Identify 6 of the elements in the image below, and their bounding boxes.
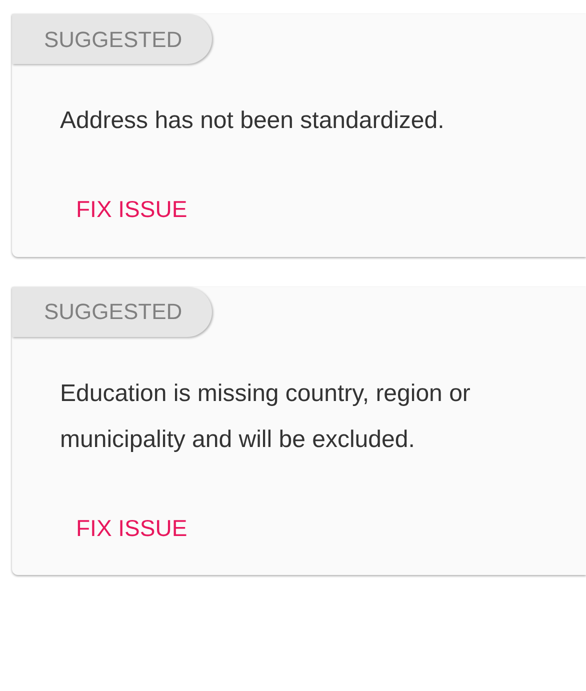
- issue-message: Address has not been standardized.: [60, 106, 446, 136]
- fix-issue-link[interactable]: FIX ISSUE: [76, 192, 188, 226]
- fix-issue-link[interactable]: FIX ISSUE: [76, 510, 188, 545]
- suggested-badge: SUGGESTED: [12, 14, 212, 64]
- issue-message: Education is missing country, region or municipality and will be excluded.: [60, 378, 472, 454]
- suggested-badge: SUGGESTED: [12, 286, 212, 336]
